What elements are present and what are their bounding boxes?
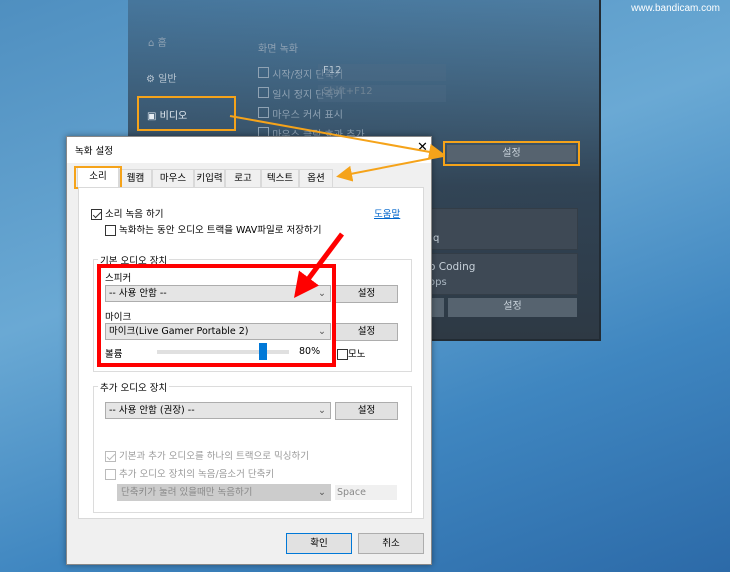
arrow-callout [294, 232, 344, 298]
arrow-video-to-settings [229, 115, 445, 160]
arrow-settings-to-tabs [336, 155, 444, 182]
annotation-arrows [229, 115, 445, 298]
